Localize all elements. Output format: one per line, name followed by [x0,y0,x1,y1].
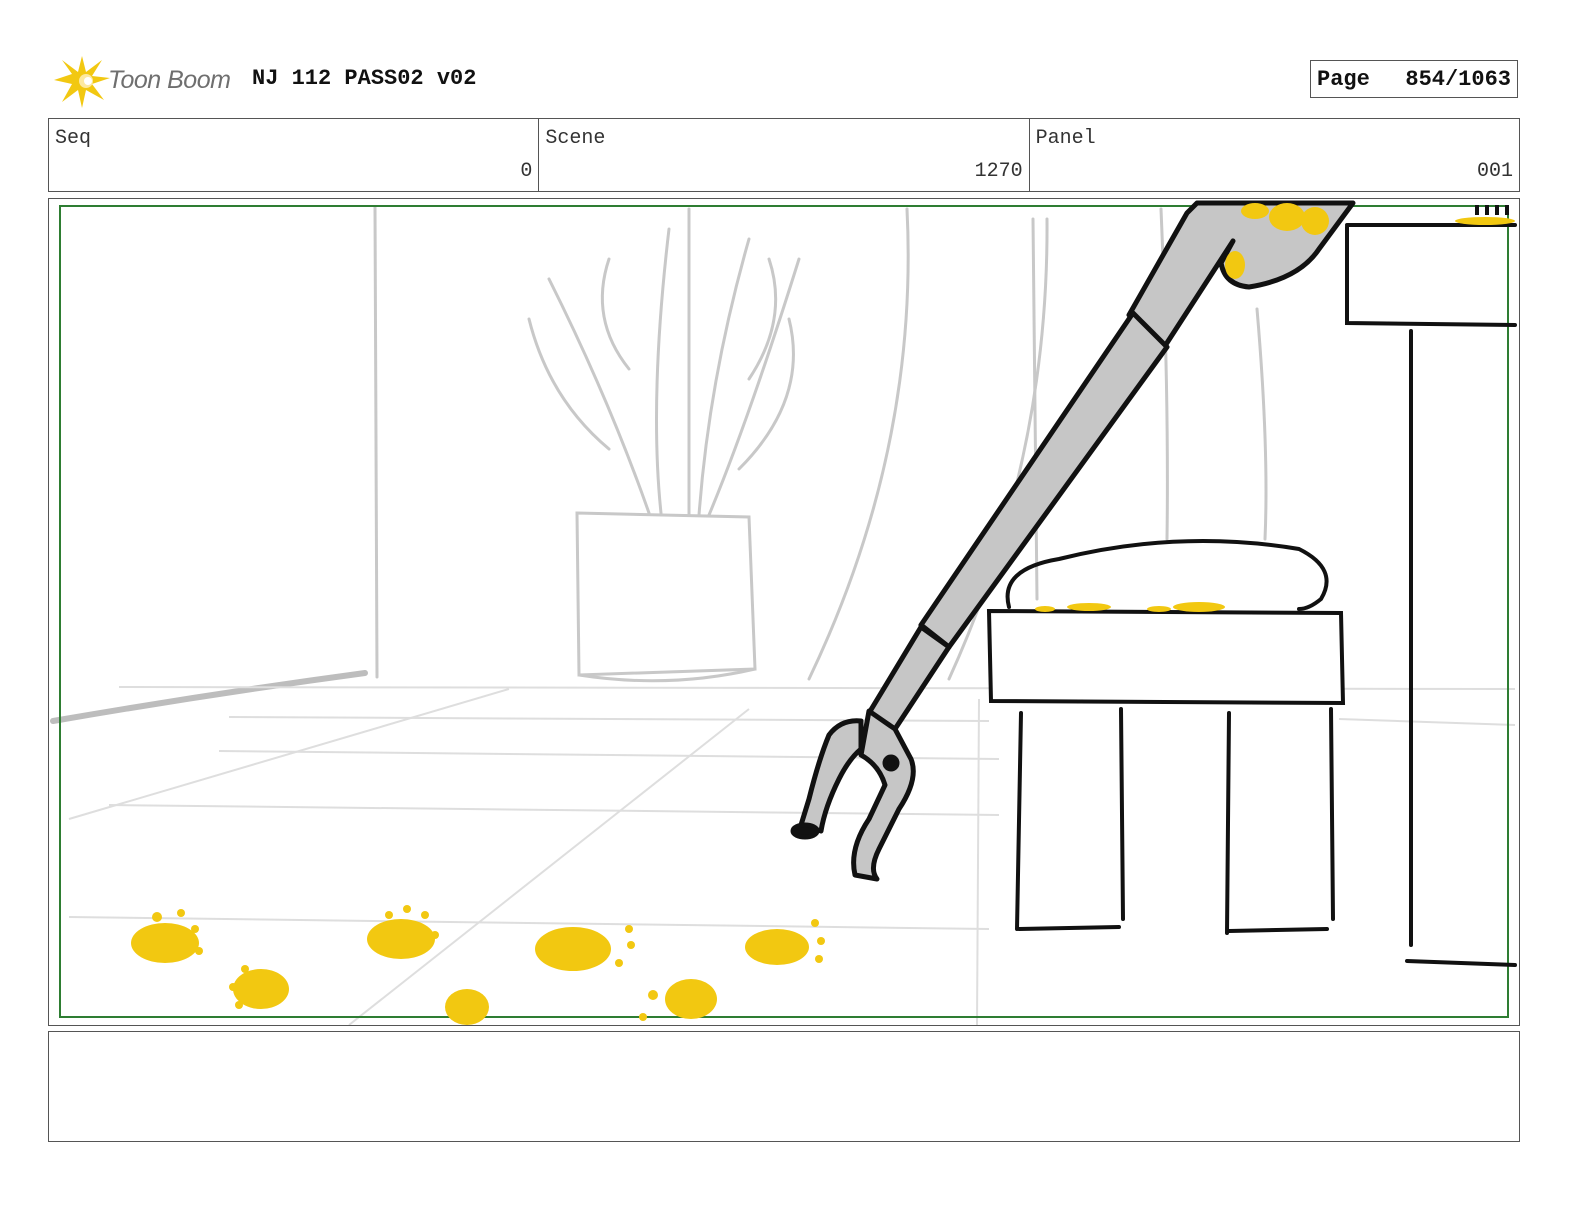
panel-notes-box [48,1031,1520,1142]
project-title: NJ 112 PASS02 v02 [252,66,477,91]
scene-value: 1270 [974,160,1023,183]
seq-cell: Seq 0 [49,119,540,191]
toon-boom-logo: Toon Boom [52,52,242,110]
starburst-icon [54,56,110,108]
grabber-tool [790,200,1356,882]
panel-label: Panel [1035,127,1096,150]
panel-info-row: Seq 0 Scene 1270 Panel 001 [48,118,1520,192]
page-indicator: Page 854/1063 [1310,60,1518,98]
scene-label: Scene [545,127,606,150]
counter-sketch [1345,223,1517,967]
seq-value: 0 [520,160,533,183]
seq-label: Seq [55,127,92,150]
panel-cell: Panel 001 [1030,119,1519,191]
storyboard-panel [48,198,1520,1026]
panel-sketch [50,200,1517,1025]
page-number: 854/1063 [1405,66,1511,92]
page-header: Toon Boom NJ 112 PASS02 v02 Page 854/106… [48,50,1520,114]
scene-cell: Scene 1270 [539,119,1030,191]
stool-sketch [986,539,1346,935]
panel-value: 001 [1476,160,1513,183]
logo-wordmark: Toon Boom [108,66,231,94]
floor-grid [68,686,1516,1025]
page-label: Page [1317,66,1370,92]
